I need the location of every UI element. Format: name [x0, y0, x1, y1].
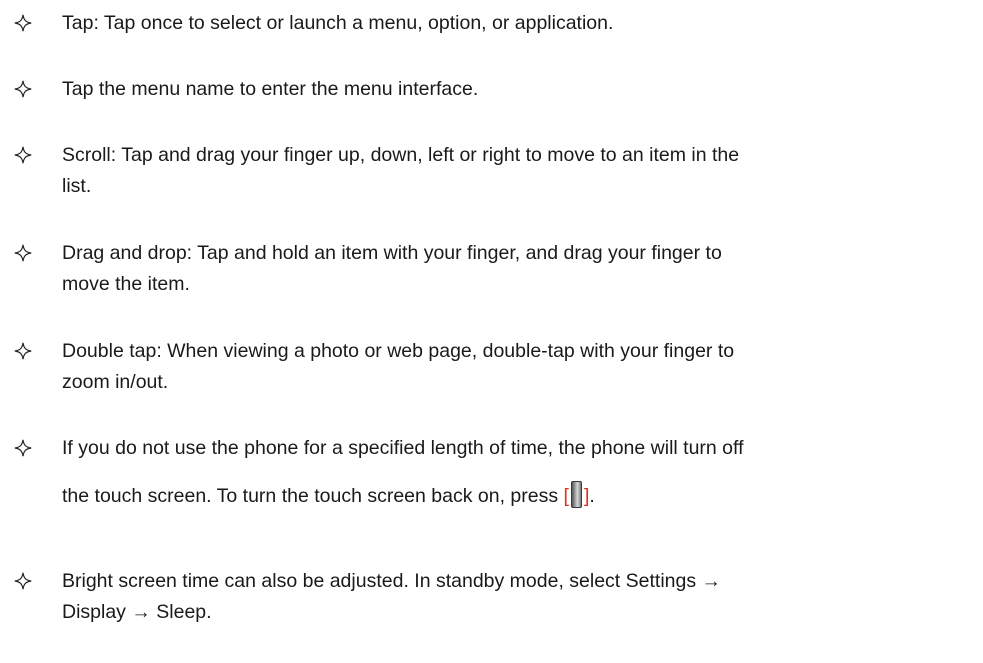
key-bracket-open: [ — [563, 485, 569, 507]
list-item-text: Tap the menu name to enter the menu inte… — [62, 74, 942, 105]
list-item-line: Scroll: Tap and drag your finger up, dow… — [62, 144, 740, 166]
list-item-text: Bright screen time can also be adjusted.… — [62, 566, 942, 628]
four-point-star-outline-icon — [14, 244, 32, 262]
list-item-line: Double tap: When viewing a photo or web … — [62, 340, 735, 362]
list-item-text: Tap: Tap once to select or launch a menu… — [62, 8, 942, 39]
four-point-star-outline-icon — [14, 14, 32, 32]
list-item-line: zoom in/out. — [62, 371, 169, 393]
four-point-star-outline-icon — [14, 80, 32, 98]
four-point-star-outline-icon — [14, 439, 32, 457]
list-item-line: Tap: Tap once to select or launch a menu… — [62, 12, 614, 34]
list-item-line: the touch screen. To turn the touch scre… — [62, 481, 942, 512]
list-item-line: list. — [62, 175, 92, 197]
power-key-icon — [570, 481, 583, 508]
list-item-line: move the item. — [62, 273, 190, 295]
list-item-text-segment: the touch screen. To turn the touch scre… — [62, 485, 564, 507]
list-item-text: If you do not use the phone for a specif… — [62, 433, 942, 512]
four-point-star-outline-icon — [14, 146, 32, 164]
list-item-text-segment: . — [589, 485, 595, 507]
four-point-star-outline-icon — [14, 572, 32, 590]
four-point-star-outline-icon — [14, 342, 32, 360]
list-item-line: If you do not use the phone for a specif… — [62, 437, 744, 459]
list-item-line: Bright screen time can also be adjusted.… — [62, 570, 722, 592]
list-item-line: Drag and drop: Tap and hold an item with… — [62, 242, 722, 264]
list-item-text: Drag and drop: Tap and hold an item with… — [62, 238, 942, 300]
list-item-line: Display → Sleep. — [62, 601, 212, 623]
list-item-text: Double tap: When viewing a photo or web … — [62, 336, 942, 398]
list-item-text: Scroll: Tap and drag your finger up, dow… — [62, 140, 942, 202]
list-item-line: Tap the menu name to enter the menu inte… — [62, 78, 479, 100]
